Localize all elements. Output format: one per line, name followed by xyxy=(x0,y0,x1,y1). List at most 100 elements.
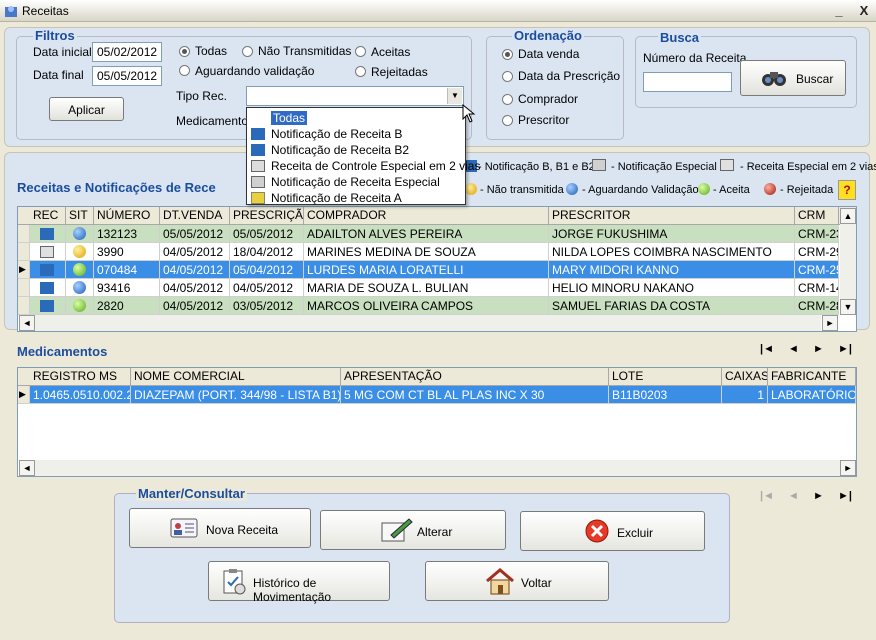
receita-b-icon xyxy=(251,128,265,140)
home-icon xyxy=(484,566,516,601)
rec-nav-last[interactable]: ►| xyxy=(838,490,852,502)
radio-rejeitadas-label: Rejeitadas xyxy=(371,65,428,79)
help-button[interactable]: ? xyxy=(838,180,856,200)
radio-aceitas[interactable] xyxy=(355,46,366,57)
dropdown-item[interactable]: Notificação de Receita Especial xyxy=(249,174,461,190)
table-row[interactable]: 93416 04/05/2012 04/05/2012 MARIA DE SOUZA … xyxy=(18,279,839,297)
minimize-button[interactable]: _ xyxy=(832,4,846,17)
horizontal-scrollbar[interactable] xyxy=(35,460,840,476)
delete-icon xyxy=(584,518,610,547)
table-cell-prescritor: NILDA LOPES COIMBRA NASCIMENTO xyxy=(549,243,795,261)
scroll-left-button[interactable]: ◄ xyxy=(19,315,35,331)
data-inicial-input[interactable]: 05/02/2012 xyxy=(92,42,162,62)
table-cell-numero: 93416 xyxy=(94,279,160,297)
dropdown-item[interactable]: Notificação de Receita A xyxy=(249,190,461,206)
scroll-right-button[interactable]: ► xyxy=(840,460,856,476)
dropdown-arrow-icon[interactable]: ▼ xyxy=(447,88,462,104)
nova-receita-label: Nova Receita xyxy=(206,523,279,537)
table-cell-registro: 1.0465.0510.002.2 xyxy=(30,386,131,404)
buscar-button[interactable]: Buscar xyxy=(740,60,846,96)
data-final-input[interactable]: 05/05/2012 xyxy=(92,66,162,86)
col-header[interactable]: PRESCRITOR xyxy=(549,207,795,224)
dropdown-item-label: Notificação de Receita B2 xyxy=(271,143,410,157)
col-header[interactable]: NOME COMERCIAL xyxy=(131,368,341,385)
med-nav-next[interactable]: ► xyxy=(813,343,824,355)
rec-nav-prev[interactable]: ◄ xyxy=(788,490,799,502)
med-nav-last[interactable]: ►| xyxy=(838,343,852,355)
table-cell-caixas: 1 xyxy=(722,386,768,404)
table-row[interactable]: ▶ 1.0465.0510.002.2 DIAZEPAM (PORT. 344/98… xyxy=(18,386,856,404)
excluir-button[interactable]: Excluir xyxy=(520,511,705,551)
vertical-scrollbar[interactable] xyxy=(840,224,856,300)
table-cell-lote: B11B0203 xyxy=(609,386,722,404)
filtros-title: Filtros xyxy=(33,28,77,43)
col-header[interactable]: NÚMERO xyxy=(94,207,160,224)
data-inicial-label: Data inicial xyxy=(33,45,92,59)
voltar-label: Voltar xyxy=(521,576,552,590)
col-header[interactable]: PRESCRIÇÃO xyxy=(230,207,304,224)
table-row[interactable]: 2820 04/05/2012 03/05/2012 MARCOS OLIVEIRA … xyxy=(18,297,839,315)
scroll-right-button[interactable]: ► xyxy=(822,315,838,331)
col-header[interactable]: REGISTRO MS xyxy=(30,368,131,385)
legend-notificacao-especial: - Notificação Especial xyxy=(611,161,717,173)
table-cell-numero: 2820 xyxy=(94,297,160,315)
table-cell-dt-venda: 04/05/2012 xyxy=(160,279,230,297)
dropdown-item[interactable]: Notificação de Receita B2 xyxy=(249,142,461,158)
ordenacao-item-label: Data da Prescrição xyxy=(518,69,621,83)
col-header[interactable]: FABRICANTE xyxy=(768,368,856,385)
numero-receita-input[interactable] xyxy=(643,72,732,92)
legend-rejeitada: - Rejeitada xyxy=(780,184,834,196)
nova-receita-button[interactable]: Nova Receita xyxy=(129,508,311,548)
voltar-button[interactable]: Voltar xyxy=(425,561,609,601)
scroll-left-button[interactable]: ◄ xyxy=(19,460,35,476)
ordenacao-item-label: Prescritor xyxy=(518,113,570,127)
close-button[interactable]: X xyxy=(857,4,871,17)
col-header[interactable]: APRESENTAÇÃO xyxy=(341,368,609,385)
medicamentos-grid-header: REGISTRO MS NOME COMERCIAL APRESENTAÇÃO … xyxy=(18,368,856,386)
notificacao-especial-legend-icon xyxy=(592,159,606,171)
rec-nav-first[interactable]: |◄ xyxy=(760,490,774,502)
rec-type-icon xyxy=(30,261,66,279)
col-header[interactable]: SIT xyxy=(66,207,94,224)
radio-data-prescricao[interactable] xyxy=(502,71,513,82)
table-cell-prescritor: JORGE FUKUSHIMA xyxy=(549,225,795,243)
table-row[interactable]: 132123 05/05/2012 05/05/2012 ADAILTON ALVES… xyxy=(18,225,839,243)
table-cell-comprador: MARIA DE SOUZA L. BULIAN xyxy=(304,279,549,297)
historico-button[interactable]: Histórico de Movimentação xyxy=(208,561,390,604)
table-row[interactable]: ▶ 070484 04/05/2012 05/04/2012 LURDES MARIA … xyxy=(18,261,839,279)
medicamentos-grid: REGISTRO MS NOME COMERCIAL APRESENTAÇÃO … xyxy=(17,367,857,477)
radio-rejeitadas[interactable] xyxy=(355,66,366,77)
radio-data-venda[interactable] xyxy=(502,49,513,60)
horizontal-scrollbar[interactable] xyxy=(35,315,821,331)
aplicar-button[interactable]: Aplicar xyxy=(49,97,124,121)
aguardando-icon xyxy=(73,281,86,294)
col-header[interactable]: REC xyxy=(30,207,66,224)
col-header[interactable]: CRM xyxy=(795,207,839,224)
radio-prescritor[interactable] xyxy=(502,115,513,126)
radio-aguardando[interactable] xyxy=(179,65,190,76)
receita-2vias-icon xyxy=(251,160,265,172)
rejeitada-icon xyxy=(764,183,776,195)
radio-nao-transmitidas[interactable] xyxy=(242,46,253,57)
col-header[interactable]: DT.VENDA xyxy=(160,207,230,224)
dropdown-item[interactable]: Notificação de Receita B xyxy=(249,126,461,142)
alterar-button[interactable]: Alterar xyxy=(320,510,506,550)
col-header[interactable]: LOTE xyxy=(609,368,722,385)
col-header[interactable]: CAIXAS xyxy=(722,368,768,385)
table-cell-comprador: MARINES MEDINA DE SOUZA xyxy=(304,243,549,261)
dropdown-item[interactable]: Todas xyxy=(249,110,461,126)
med-nav-first[interactable]: |◄ xyxy=(760,343,774,355)
dropdown-item[interactable]: Receita de Controle Especial em 2 vias xyxy=(249,158,480,174)
radio-aguardando-label: Aguardando validação xyxy=(195,64,315,78)
tipo-rec-select[interactable] xyxy=(246,86,464,106)
med-nav-prev[interactable]: ◄ xyxy=(788,343,799,355)
radio-todas[interactable] xyxy=(179,46,190,57)
radio-comprador[interactable] xyxy=(502,94,513,105)
rec-nav-next[interactable]: ► xyxy=(813,490,824,502)
scroll-up-button[interactable]: ▲ xyxy=(840,208,856,224)
scroll-down-button[interactable]: ▼ xyxy=(840,299,856,315)
table-row[interactable]: 3990 04/05/2012 18/04/2012 MARINES MEDINA D… xyxy=(18,243,839,261)
table-cell-crm: CRM-145 xyxy=(795,279,839,297)
col-header[interactable]: COMPRADOR xyxy=(304,207,549,224)
receita-b-icon xyxy=(40,300,54,312)
